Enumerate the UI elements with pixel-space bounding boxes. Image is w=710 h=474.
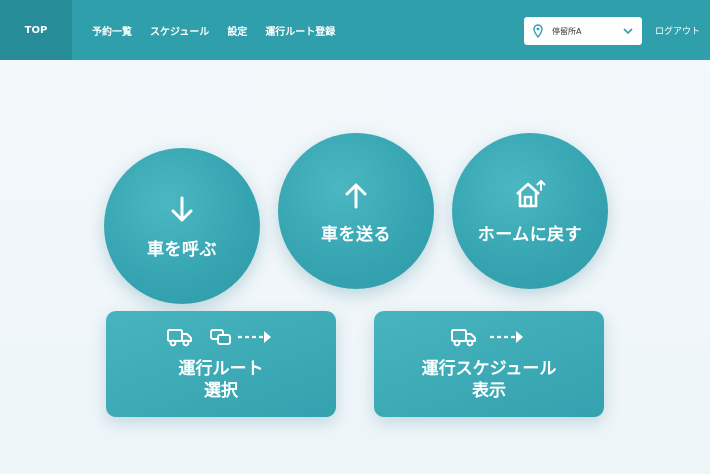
truck-icon <box>167 328 192 347</box>
send-car-button[interactable]: 車を送る <box>278 133 434 289</box>
route-select-label-line1: 運行ルート <box>178 358 264 379</box>
nav-item-schedule[interactable]: スケジュール <box>150 23 209 38</box>
logout-link[interactable]: ログアウト <box>655 24 700 37</box>
schedule-view-label-line2: 表示 <box>472 381 506 401</box>
home-return-icon <box>516 179 546 207</box>
send-car-label: 車を送る <box>321 224 391 245</box>
truck-icon <box>451 328 476 347</box>
return-home-label: ホームに戻す <box>477 224 583 245</box>
schedule-view-label-line1: 運行スケジュール <box>421 358 557 379</box>
dashed-arrow-right-icon <box>238 330 271 343</box>
location-pin-icon <box>533 24 543 38</box>
chevron-down-icon <box>623 28 633 35</box>
arrow-up-icon <box>345 183 367 208</box>
schedule-view-button[interactable]: 運行スケジュール 表示 <box>374 311 604 417</box>
nav-item-settings[interactable]: 設定 <box>227 23 247 38</box>
route-icons <box>166 326 276 348</box>
schedule-icons <box>450 326 528 348</box>
nav-item-reservations[interactable]: 予約一覧 <box>92 23 132 38</box>
call-car-button[interactable]: 車を呼ぶ <box>104 148 260 304</box>
route-select-label-line2: 選択 <box>204 381 238 401</box>
location-select-value: 停留所A <box>552 26 582 36</box>
route-select-button[interactable]: 運行ルート 選択 <box>106 311 336 417</box>
top-navbar: TOP 予約一覧 スケジュール 設定 運行ルート登録 停留所A ログアウト <box>0 0 710 60</box>
nav-item-route-register[interactable]: 運行ルート登録 <box>265 23 335 38</box>
return-home-button[interactable]: ホームに戻す <box>452 133 608 289</box>
dashed-arrow-right-icon <box>490 330 523 343</box>
location-select[interactable]: 停留所A <box>524 17 642 45</box>
arrow-down-icon <box>171 196 193 221</box>
route-swap-icon <box>210 328 231 345</box>
nav-top-tab[interactable]: TOP <box>0 0 72 60</box>
call-car-label: 車を呼ぶ <box>147 239 217 260</box>
